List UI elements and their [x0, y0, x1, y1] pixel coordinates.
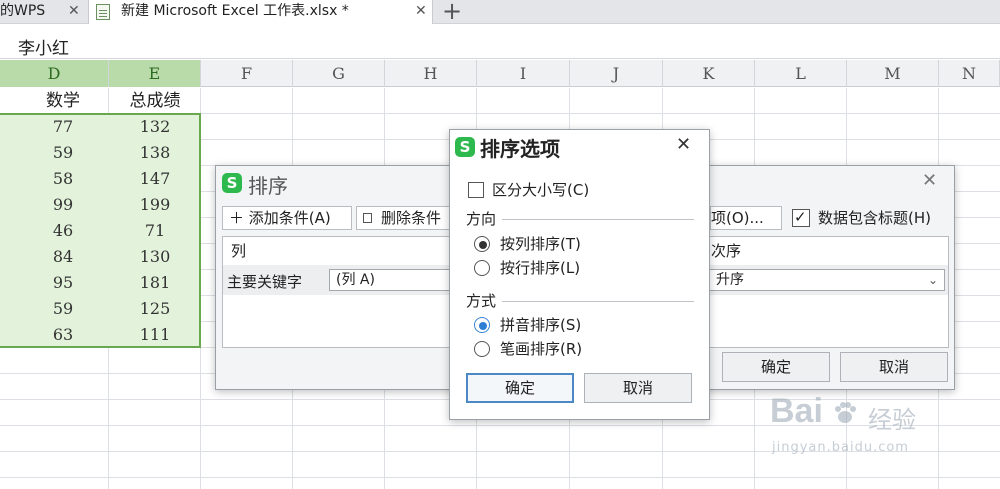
order-value: 升序	[716, 272, 744, 288]
cell-d[interactable]: 99	[18, 192, 108, 218]
close-icon[interactable]: ✕	[68, 0, 80, 22]
direction-label: 方向	[466, 210, 497, 228]
new-tab-button[interactable]: +	[442, 0, 462, 25]
pinyin-sort-label: 拼音排序(S)	[500, 316, 582, 334]
header-cell-math[interactable]: 数学	[0, 88, 126, 114]
case-sensitive-checkbox[interactable]	[468, 182, 484, 198]
cell-d[interactable]: 59	[18, 140, 108, 166]
check-icon: ✓	[794, 208, 807, 226]
column-header-e[interactable]: E	[109, 60, 201, 87]
trash-icon	[363, 213, 372, 223]
options-button[interactable]: 项(O)...	[710, 206, 782, 230]
watermark-url: jingyan.baidu.com	[772, 440, 909, 455]
stroke-sort-label: 笔画排序(R)	[500, 340, 583, 358]
cell-e[interactable]: 199	[109, 192, 201, 218]
order-select[interactable]: 升序 ⌄	[709, 269, 945, 291]
delete-condition-label: 删除条件	[381, 209, 442, 227]
formula-value: 李小红	[18, 39, 69, 59]
add-condition-button[interactable]: ＋ 添加条件(A)	[222, 206, 352, 230]
sort-by-column-label: 按列排序(T)	[500, 235, 581, 253]
main-key-value: (列 A)	[336, 272, 375, 288]
column-header-i[interactable]: I	[477, 60, 570, 87]
tab-label: 的WPS	[0, 3, 46, 19]
wps-logo-icon: S	[455, 137, 475, 157]
spreadsheet-file-icon	[96, 4, 110, 20]
sort-by-column-radio[interactable]	[474, 236, 490, 252]
cell-d[interactable]: 59	[18, 296, 108, 322]
paw-icon	[832, 400, 858, 426]
has-header-checkbox[interactable]: ✓	[792, 208, 810, 227]
column-header-k[interactable]: K	[663, 60, 755, 87]
cell-d[interactable]: 95	[18, 270, 108, 296]
cancel-button[interactable]: 取消	[584, 373, 692, 403]
formula-bar[interactable]: 李小红	[0, 29, 1000, 59]
dialog-title: 排序选项	[480, 137, 560, 161]
column-header-f[interactable]: F	[201, 60, 293, 87]
sort-options-dialog: S 排序选项 ✕ 区分大小写(C) 方向 按列排序(T) 按行排序(L) 方式 …	[449, 129, 710, 420]
divider	[502, 219, 694, 220]
tab-label: 新建 Microsoft Excel 工作表.xlsx *	[121, 3, 349, 19]
main-key-label: 主要关键字	[227, 273, 303, 291]
column-header-label: 列	[231, 242, 247, 260]
divider	[502, 301, 694, 302]
close-icon[interactable]: ✕	[415, 0, 427, 22]
cell-d[interactable]: 84	[18, 244, 108, 270]
pinyin-sort-radio[interactable]	[474, 317, 490, 333]
tab-wps-home[interactable]: 的WPS ✕	[0, 0, 88, 24]
column-header-d[interactable]: D	[0, 60, 109, 87]
chevron-down-icon: ⌄	[928, 273, 939, 287]
watermark: Bai 经验 jingyan.baidu.com	[770, 392, 950, 462]
cell-d[interactable]: 58	[18, 166, 108, 192]
tab-excel-file[interactable]: 新建 Microsoft Excel 工作表.xlsx * ✕	[88, 0, 433, 24]
column-header-m[interactable]: M	[847, 60, 939, 87]
order-header-label: 次序	[711, 242, 742, 260]
header-cell-total[interactable]: 总成绩	[109, 88, 201, 114]
stroke-sort-radio[interactable]	[474, 341, 490, 357]
column-headers: D E F G H I J K L M N	[0, 60, 1000, 87]
column-header-j[interactable]: J	[570, 60, 663, 87]
column-header-h[interactable]: H	[385, 60, 477, 87]
main-key-select[interactable]: (列 A)	[329, 269, 457, 291]
column-header-n[interactable]: N	[939, 60, 1000, 87]
watermark-brand-cn: 经验	[868, 406, 916, 434]
cell-e[interactable]: 181	[109, 270, 201, 296]
sort-by-row-label: 按行排序(L)	[500, 259, 581, 277]
ok-button[interactable]: 确定	[722, 352, 830, 382]
close-icon[interactable]: ✕	[922, 170, 937, 191]
cell-d[interactable]: 77	[18, 114, 108, 140]
case-sensitive-label: 区分大小写(C)	[492, 181, 590, 199]
cancel-button[interactable]: 取消	[840, 352, 948, 382]
column-header-l[interactable]: L	[755, 60, 847, 87]
cell-e[interactable]: 71	[109, 218, 201, 244]
cell-e[interactable]: 111	[109, 322, 201, 348]
cell-e[interactable]: 132	[109, 114, 201, 140]
cell-e[interactable]: 130	[109, 244, 201, 270]
ok-button[interactable]: 确定	[466, 373, 574, 403]
tab-strip: 的WPS ✕ 新建 Microsoft Excel 工作表.xlsx * ✕ +	[0, 0, 1000, 25]
cell-e[interactable]: 138	[109, 140, 201, 166]
cell-d[interactable]: 46	[18, 218, 108, 244]
watermark-brand: Bai	[770, 392, 823, 430]
dialog-title: 排序	[248, 174, 288, 198]
wps-logo-icon: S	[222, 173, 242, 193]
cell-d[interactable]: 63	[18, 322, 108, 348]
cell-e[interactable]: 147	[109, 166, 201, 192]
sort-by-row-radio[interactable]	[474, 260, 490, 276]
cell-e[interactable]: 125	[109, 296, 201, 322]
has-header-label: 数据包含标题(H)	[818, 209, 931, 227]
close-icon[interactable]: ✕	[676, 134, 691, 155]
method-label: 方式	[466, 292, 497, 310]
column-header-g[interactable]: G	[293, 60, 385, 87]
